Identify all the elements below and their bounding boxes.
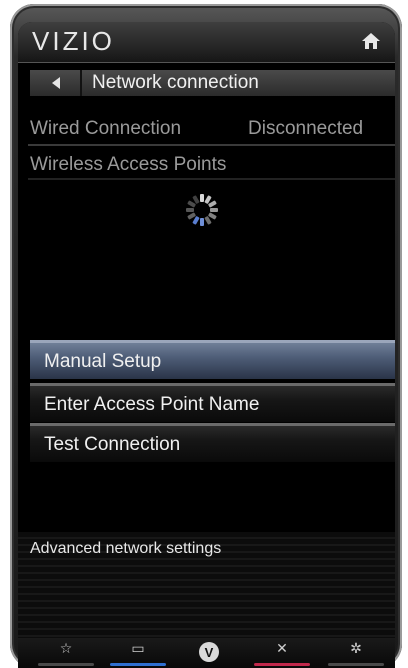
menu-item-label: Test Connection xyxy=(44,434,181,455)
vizio-logo: VIZIO xyxy=(32,26,115,56)
gear-icon: ✲ xyxy=(350,640,362,656)
loading-spinner-icon xyxy=(186,194,218,226)
menu-item-manual-setup[interactable]: Manual Setup xyxy=(30,340,395,379)
divider xyxy=(28,144,395,146)
wired-connection-label: Wired Connection xyxy=(30,118,182,139)
menu-item-label: Manual Setup xyxy=(44,351,162,372)
page-title: Network connection xyxy=(92,72,259,93)
star-icon: ☆ xyxy=(59,640,73,656)
exit-button[interactable]: ✕ xyxy=(250,638,314,668)
back-arrow-icon[interactable] xyxy=(52,77,60,89)
advanced-network-settings[interactable]: Advanced network settings xyxy=(18,532,395,638)
tv-screen: VIZIO Network connection Wired Connectio… xyxy=(18,22,395,668)
advanced-network-settings-label: Advanced network settings xyxy=(30,540,222,557)
menu-header: Network connection xyxy=(30,70,395,96)
menu-item-test-connection[interactable]: Test Connection xyxy=(30,423,395,462)
vizio-button[interactable]: V xyxy=(176,638,240,668)
wireless-access-points-label: Wireless Access Points xyxy=(30,154,227,175)
button-underline xyxy=(38,663,94,666)
wired-connection-status: Disconnected xyxy=(248,118,364,139)
vizio-v-icon: V xyxy=(199,642,219,662)
close-icon: ✕ xyxy=(276,640,288,656)
favorites-button[interactable]: ☆ xyxy=(34,638,98,668)
screen-icon: ▭ xyxy=(131,640,145,656)
divider xyxy=(28,178,395,180)
bottom-button-bar: ☆ ▭ V ✕ ✲ xyxy=(18,638,395,668)
header-separator xyxy=(80,70,82,96)
button-underline xyxy=(328,663,384,666)
settings-button[interactable]: ✲ xyxy=(324,638,388,668)
input-button[interactable]: ▭ xyxy=(106,638,170,668)
button-underline xyxy=(254,663,310,666)
menu-item-label: Enter Access Point Name xyxy=(44,394,260,415)
vizio-v-letter: V xyxy=(205,645,214,660)
top-bar: VIZIO xyxy=(18,22,395,63)
button-underline xyxy=(110,663,166,666)
home-icon[interactable] xyxy=(361,32,381,50)
menu-item-enter-access-point-name[interactable]: Enter Access Point Name xyxy=(30,383,395,422)
